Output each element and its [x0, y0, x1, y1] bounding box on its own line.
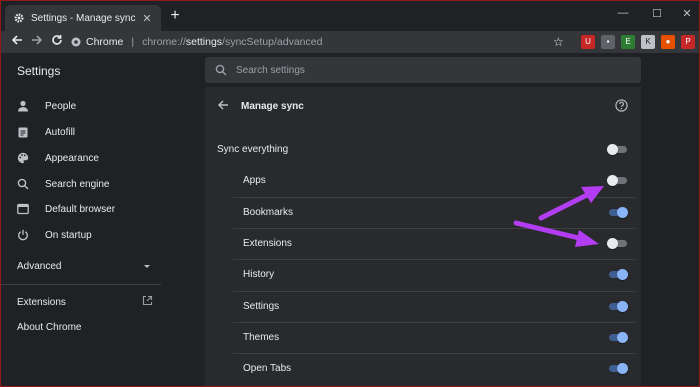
sidebar-advanced-toggle[interactable]: Advanced [17, 259, 151, 273]
maximize-button[interactable]: ☐ [647, 7, 667, 20]
page-title: Settings [17, 64, 61, 78]
sync-row-history: History [205, 259, 641, 290]
row-label: Extensions [243, 238, 292, 249]
row-label: History [243, 269, 275, 280]
back-button[interactable] [9, 34, 25, 50]
sidebar-item-autofill[interactable]: Autofill [1, 120, 161, 144]
tab-title: Settings - Manage sync [31, 12, 136, 24]
forward-arrow-icon [32, 35, 43, 45]
extension-orange-icon[interactable]: ● [661, 35, 675, 49]
search-box[interactable] [205, 57, 641, 83]
reload-button[interactable] [49, 34, 65, 50]
minimize-button[interactable]: — [613, 7, 633, 19]
sync-row-themes: Themes [205, 322, 641, 353]
extension-k-icon[interactable]: K [641, 35, 655, 49]
settings-header: Settings [1, 53, 699, 87]
origin-label: Chrome [86, 36, 124, 48]
card-header: Manage sync [205, 87, 641, 125]
history-toggle[interactable] [607, 269, 628, 280]
help-icon[interactable] [615, 99, 628, 112]
sync-row-apps: Apps [205, 165, 641, 196]
manage-sync-card: Manage sync Sync everything Apps Bookmar… [205, 87, 641, 386]
extensions-toggle[interactable] [607, 238, 627, 249]
row-label: Sync everything [217, 144, 289, 155]
sidebar-advanced-label: Advanced [17, 260, 62, 272]
sidebar: People Autofill Appearance Search engine… [1, 87, 161, 386]
back-arrow-icon[interactable] [217, 99, 229, 111]
apps-toggle[interactable] [607, 175, 627, 186]
new-tab-button[interactable]: + [167, 8, 183, 24]
sidebar-item-about-chrome[interactable]: About Chrome [17, 322, 81, 333]
caret-down-icon [143, 261, 151, 272]
palette-icon [17, 152, 29, 164]
search-input[interactable] [236, 64, 616, 76]
themes-toggle[interactable] [607, 332, 628, 343]
sidebar-item-search-engine[interactable]: Search engine [1, 172, 161, 196]
row-label: Apps [243, 175, 266, 186]
sidebar-item-label: On startup [45, 229, 92, 241]
url-path: /syncSetup/advanced [222, 36, 323, 48]
ublock-icon[interactable]: U [581, 35, 595, 49]
sidebar-item-label: Extensions [17, 296, 66, 308]
tab-settings[interactable]: Settings - Manage sync ✕ [5, 5, 161, 31]
sync-row-open-tabs: Open Tabs [205, 353, 641, 384]
tab-close-icon[interactable]: ✕ [141, 12, 153, 25]
gear-icon [13, 12, 25, 24]
power-icon [17, 229, 29, 241]
sidebar-item-default-browser[interactable]: Default browser [1, 197, 161, 221]
sidebar-item-people[interactable]: People [1, 94, 161, 118]
open-external-icon [142, 295, 153, 309]
browser-icon [17, 203, 29, 215]
forward-button[interactable] [29, 34, 45, 50]
browser-window: Settings - Manage sync ✕ + — ☐ ✕ Chrome … [0, 0, 700, 387]
sidebar-item-label: Search engine [45, 178, 110, 190]
sidebar-item-label: Autofill [45, 126, 76, 138]
sidebar-item-appearance[interactable]: Appearance [1, 146, 161, 170]
sync-row-extensions: Extensions [205, 228, 641, 259]
evernote-icon[interactable]: E [621, 35, 635, 49]
address-bar[interactable]: Chrome | chrome:// settings /syncSetup/a… [71, 32, 573, 52]
back-arrow-icon [11, 35, 22, 45]
sidebar-item-extensions[interactable]: Extensions [17, 295, 153, 309]
chrome-icon [71, 37, 81, 47]
close-window-button[interactable]: ✕ [677, 7, 697, 20]
settings-toggle[interactable] [607, 301, 628, 312]
sidebar-item-label: People [45, 100, 77, 112]
sync-row-settings: Settings [205, 291, 641, 322]
extension-gray-icon[interactable]: ▪ [601, 35, 615, 49]
row-label: Open Tabs [243, 363, 292, 374]
pdf-icon[interactable]: P [681, 35, 695, 49]
tab-strip: Settings - Manage sync ✕ + — ☐ ✕ [1, 1, 699, 31]
sidebar-item-label: Default browser [45, 203, 116, 215]
url-scheme: chrome:// [142, 36, 186, 48]
sync-everything-row: Sync everything [205, 134, 641, 165]
sidebar-divider [1, 284, 161, 285]
sync-row-bookmarks: Bookmarks [205, 197, 641, 228]
reload-icon [52, 35, 62, 45]
search-icon [215, 64, 227, 76]
search-icon [17, 178, 29, 190]
card-title: Manage sync [241, 101, 304, 112]
bookmark-star-icon[interactable]: ☆ [553, 34, 564, 50]
open-tabs-toggle[interactable] [607, 363, 628, 374]
omnibox-separator: | [131, 36, 135, 48]
row-label: Themes [243, 332, 280, 343]
clipboard-icon [17, 126, 29, 138]
sidebar-item-on-startup[interactable]: On startup [1, 223, 161, 247]
person-icon [17, 100, 29, 112]
browser-toolbar: Chrome | chrome:// settings /syncSetup/a… [1, 31, 699, 53]
row-label: Settings [243, 301, 280, 312]
url-host: settings [185, 36, 223, 48]
row-label: Bookmarks [243, 207, 294, 218]
sync-everything-toggle[interactable] [607, 144, 627, 155]
bookmarks-toggle[interactable] [607, 207, 628, 218]
sidebar-item-label: Appearance [45, 152, 99, 164]
